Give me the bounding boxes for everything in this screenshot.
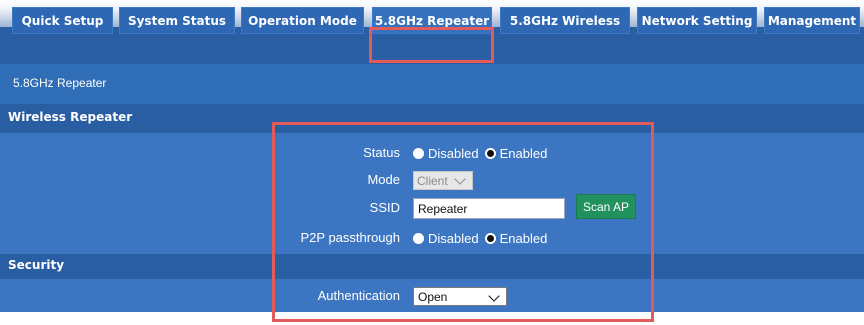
mode-select-value: Client — [417, 173, 448, 188]
section-title: Security — [8, 258, 65, 272]
ssid-input[interactable]: Repeater — [413, 198, 565, 219]
authentication-select[interactable]: Open — [413, 287, 507, 306]
chevron-down-icon — [454, 172, 466, 185]
section-title: Wireless Repeater — [8, 110, 133, 124]
ssid-label: SSID — [369, 200, 400, 215]
mode-select: Client — [413, 171, 473, 190]
section-header-wireless-repeater: Wireless Repeater — [0, 104, 864, 133]
status-enabled-radio[interactable] — [484, 148, 496, 159]
scan-ap-button[interactable]: Scan AP — [576, 194, 636, 219]
tab-network-setting[interactable]: Network Setting — [637, 7, 757, 34]
tab-management[interactable]: Management — [764, 7, 860, 34]
p2p-enabled-radio[interactable] — [484, 233, 496, 244]
p2p-row: P2P passthrough Disabled Enabled — [0, 225, 864, 251]
authentication-label: Authentication — [317, 288, 400, 303]
p2p-disabled-radio[interactable] — [413, 233, 424, 244]
section-header-security: Security — [0, 254, 864, 279]
tab-operation-mode[interactable]: Operation Mode — [241, 7, 364, 34]
tab-quick-setup[interactable]: Quick Setup — [12, 7, 113, 34]
status-label: Status — [363, 145, 400, 160]
status-enabled-label: Enabled — [499, 146, 548, 161]
subnav-item-5-8ghz-repeater[interactable]: 5.8GHz Repeater — [13, 76, 106, 90]
p2p-enabled-label: Enabled — [499, 231, 548, 246]
authentication-row: Authentication Open — [0, 283, 864, 309]
sub-navigation-bar: 5.8GHz Repeater — [0, 64, 864, 104]
ssid-row: SSID Repeater — [0, 195, 864, 221]
p2p-disabled-label: Disabled — [428, 231, 479, 246]
p2p-label: P2P passthrough — [300, 230, 401, 245]
chevron-down-icon — [488, 290, 500, 302]
tab-5-8ghz-repeater[interactable]: 5.8GHz Repeater — [372, 7, 492, 34]
mode-row: Mode Client — [0, 167, 864, 193]
mode-label: Mode — [367, 172, 400, 187]
status-row: Status Disabled Enabled — [0, 140, 864, 166]
tab-5-8ghz-wireless[interactable]: 5.8GHz Wireless — [500, 7, 630, 34]
tab-system-status[interactable]: System Status — [119, 7, 235, 34]
status-disabled-label: Disabled — [428, 146, 479, 161]
status-disabled-radio[interactable] — [413, 148, 424, 159]
authentication-select-value: Open — [418, 289, 448, 304]
